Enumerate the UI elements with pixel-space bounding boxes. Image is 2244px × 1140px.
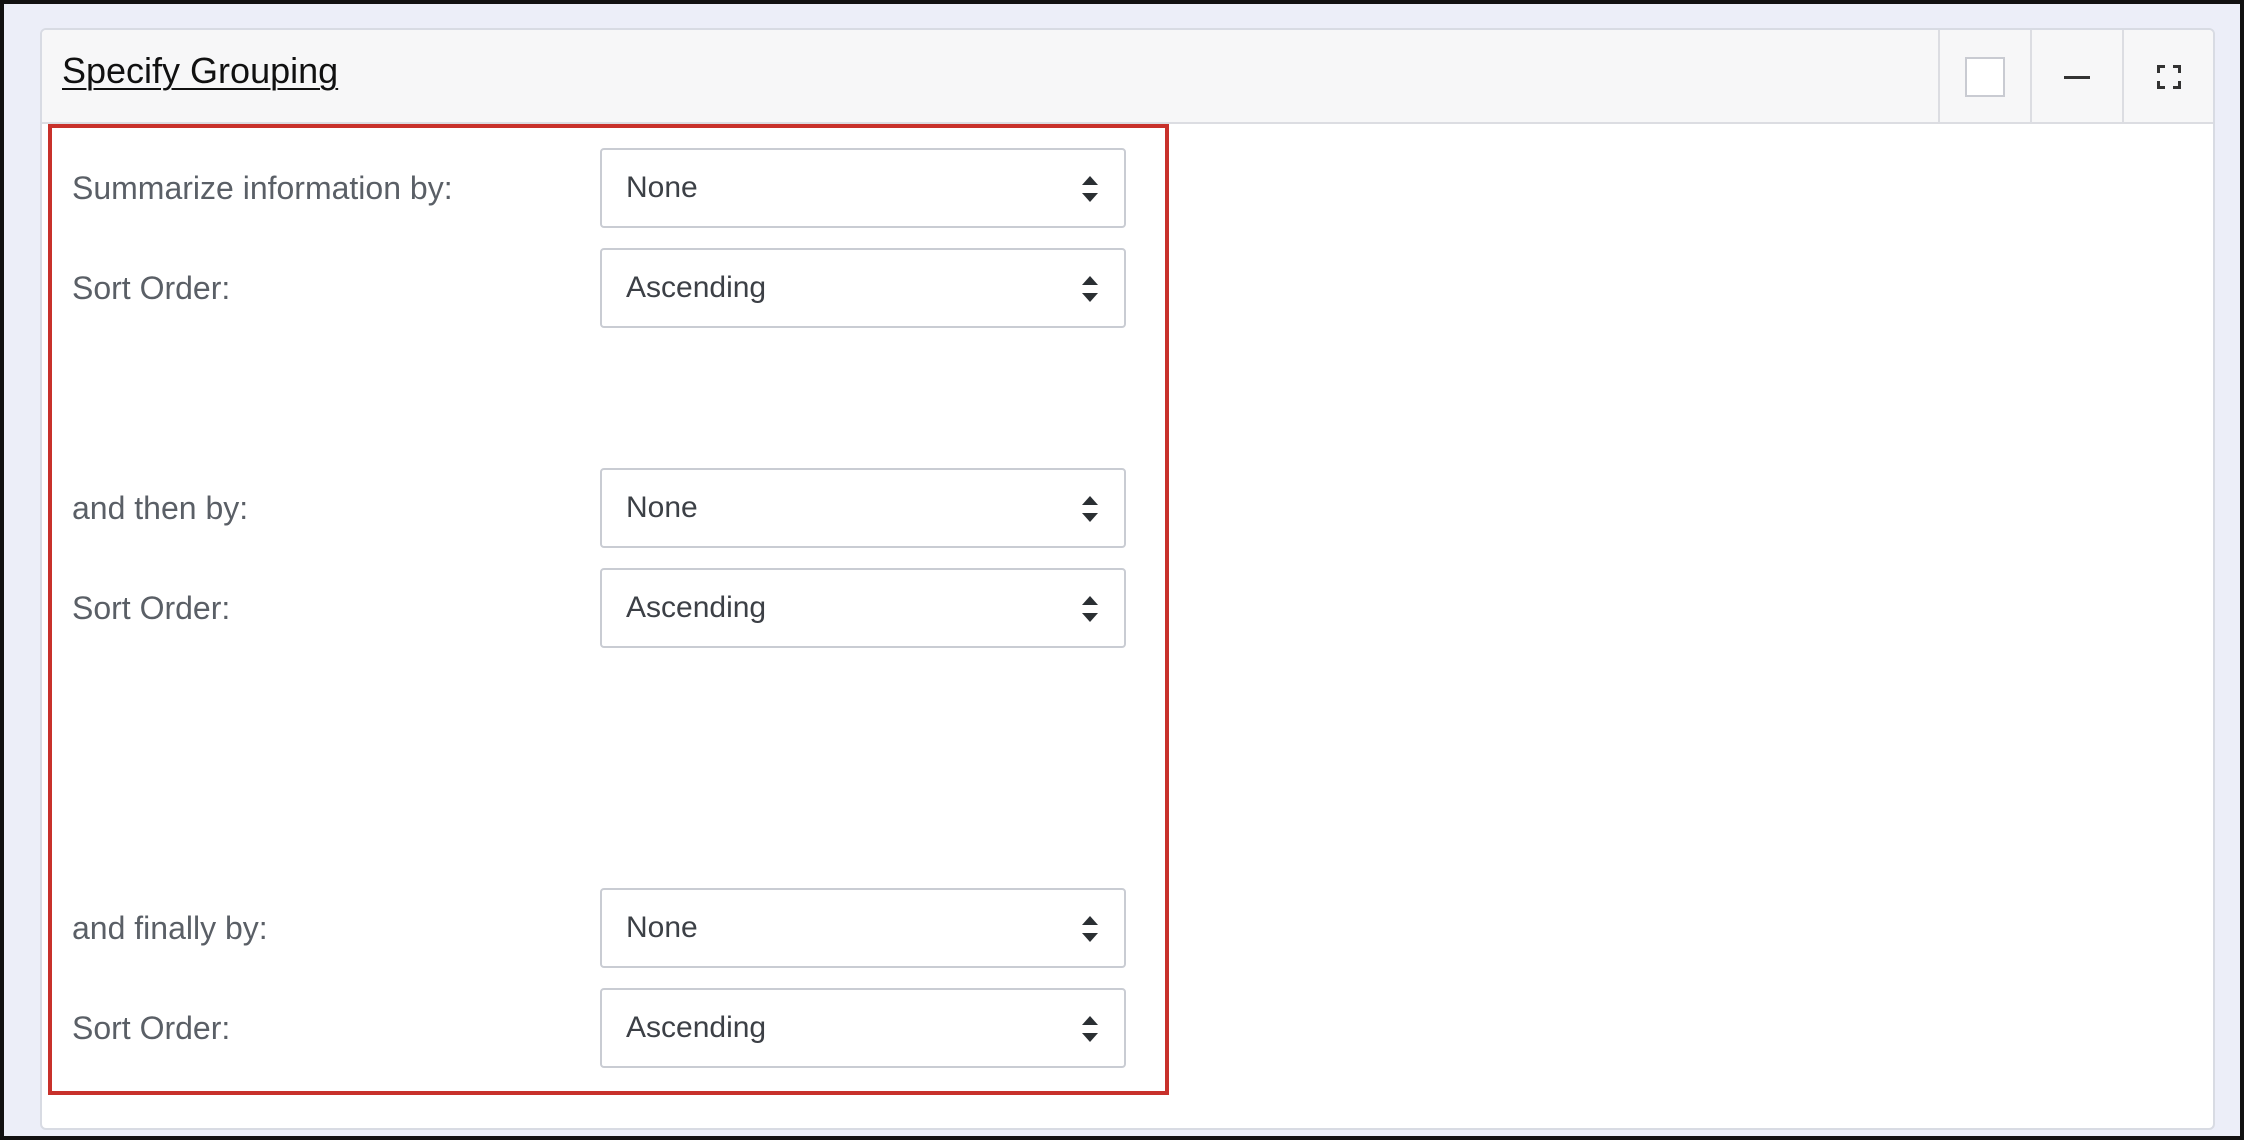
select-value: Ascending [626,271,767,304]
select-value: None [626,171,698,204]
then-by-label: and then by: [72,490,249,526]
sort-order-select-3[interactable]: Ascending [600,988,1126,1068]
finally-by-label: and finally by: [72,910,268,946]
select-updown-icon [1082,176,1098,202]
select-value: None [626,911,698,944]
checkbox-icon [1965,57,2005,97]
panel-header: Specify Grouping [42,30,2213,124]
sort-order-label: Sort Order: [72,1010,231,1046]
grouping-row-primary-sort: Sort Order: Ascending [4,248,2240,328]
select-value: None [626,491,698,524]
grouping-row-primary: Summarize information by: None [4,148,2240,228]
summarize-by-select[interactable]: None [600,148,1126,228]
panel-title[interactable]: Specify Grouping [62,50,338,92]
summarize-by-label: Summarize information by: [72,170,453,206]
select-updown-icon [1082,596,1098,622]
grouping-row-secondary: and then by: None [4,468,2240,548]
fullscreen-button[interactable] [2122,30,2213,124]
select-value: Ascending [626,1011,767,1044]
grouping-row-secondary-sort: Sort Order: Ascending [4,568,2240,648]
sort-order-label: Sort Order: [72,270,231,306]
fullscreen-icon [2157,65,2181,89]
select-value: Ascending [626,591,767,624]
grouping-row-tertiary: and finally by: None [4,888,2240,968]
select-panel-checkbox[interactable] [1938,30,2030,124]
screenshot-frame: Specify Grouping Summarize information b… [0,0,2244,1140]
sort-order-select-2[interactable]: Ascending [600,568,1126,648]
finally-by-select[interactable]: None [600,888,1126,968]
select-updown-icon [1082,496,1098,522]
select-updown-icon [1082,1016,1098,1042]
sort-order-label: Sort Order: [72,590,231,626]
sort-order-select-1[interactable]: Ascending [600,248,1126,328]
minimize-button[interactable] [2030,30,2122,124]
minimize-icon [2064,75,2090,79]
then-by-select[interactable]: None [600,468,1126,548]
select-updown-icon [1082,916,1098,942]
grouping-row-tertiary-sort: Sort Order: Ascending [4,988,2240,1068]
select-updown-icon [1082,276,1098,302]
